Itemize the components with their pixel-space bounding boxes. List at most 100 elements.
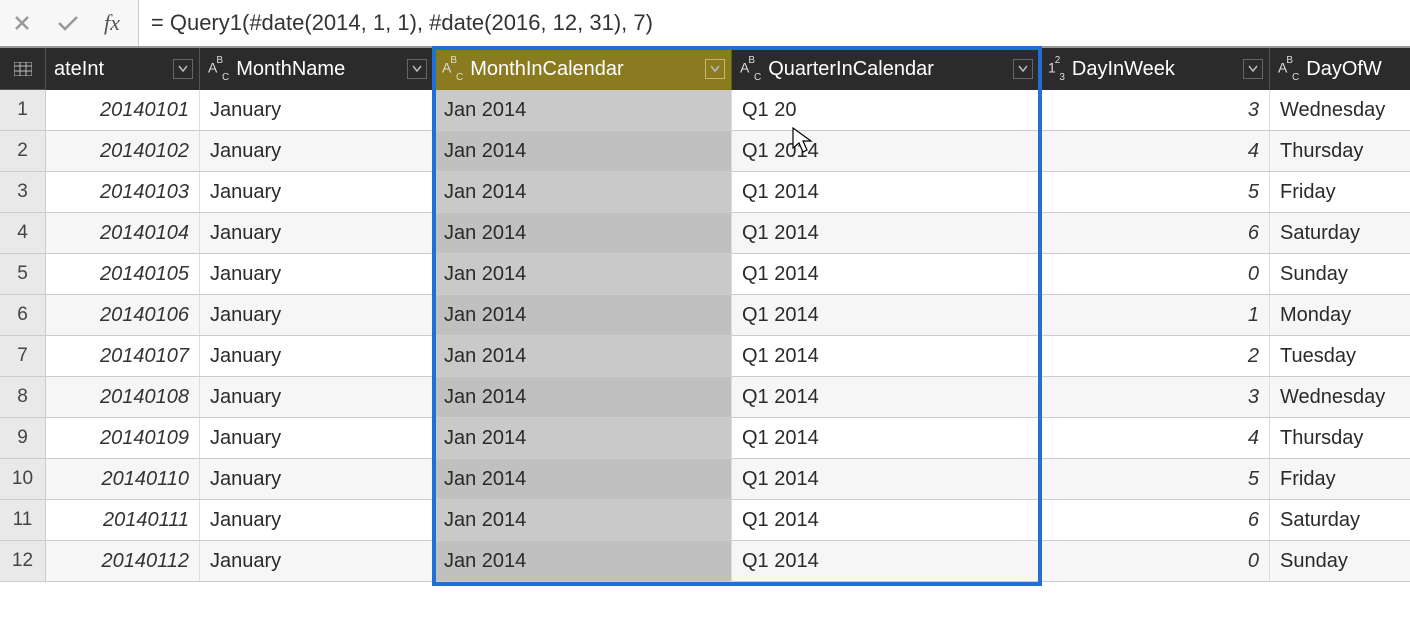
row-number[interactable]: 11 [0,500,46,541]
cell-quarterincalendar[interactable]: Q1 2014 [732,336,1040,376]
cell-dayinweek[interactable]: 3 [1040,377,1270,417]
cell-monthincalendar[interactable]: Jan 2014 [434,131,732,171]
cell-dayofweek[interactable]: Sunday [1270,541,1410,581]
cell-dayinweek[interactable]: 0 [1040,541,1270,581]
cell-monthname[interactable]: January [200,295,434,335]
cell-quarterincalendar[interactable]: Q1 2014 [732,254,1040,294]
cell-dateint[interactable]: 20140112 [46,541,200,581]
column-header-monthincalendar[interactable]: ABC MonthInCalendar [434,48,732,90]
row-number[interactable]: 2 [0,131,46,172]
cell-monthname[interactable]: January [200,500,434,540]
row-number[interactable]: 6 [0,295,46,336]
cell-quarterincalendar[interactable]: Q1 2014 [732,459,1040,499]
cell-dateint[interactable]: 20140106 [46,295,200,335]
table-row[interactable]: 20140108 January Jan 2014 Q1 2014 3 Wedn… [46,377,1410,418]
cell-monthincalendar[interactable]: Jan 2014 [434,418,732,458]
row-number[interactable]: 3 [0,172,46,213]
cell-dayofweek[interactable]: Wednesday [1270,377,1410,417]
column-header-quarterincalendar[interactable]: ABC QuarterInCalendar [732,48,1040,90]
column-header-monthname[interactable]: ABC MonthName [200,48,434,90]
table-row[interactable]: 20140109 January Jan 2014 Q1 2014 4 Thur… [46,418,1410,459]
cell-monthincalendar[interactable]: Jan 2014 [434,500,732,540]
row-number[interactable]: 4 [0,213,46,254]
cell-monthincalendar[interactable]: Jan 2014 [434,254,732,294]
row-number[interactable]: 9 [0,418,46,459]
table-row[interactable]: 20140103 January Jan 2014 Q1 2014 5 Frid… [46,172,1410,213]
cell-monthname[interactable]: January [200,172,434,212]
cell-monthincalendar[interactable]: Jan 2014 [434,459,732,499]
cell-dayinweek[interactable]: 3 [1040,90,1270,130]
cell-dateint[interactable]: 20140108 [46,377,200,417]
cell-quarterincalendar[interactable]: Q1 2014 [732,418,1040,458]
cell-dateint[interactable]: 20140107 [46,336,200,376]
table-row[interactable]: 20140106 January Jan 2014 Q1 2014 1 Mond… [46,295,1410,336]
cell-quarterincalendar[interactable]: Q1 2014 [732,541,1040,581]
cell-dayinweek[interactable]: 6 [1040,213,1270,253]
cell-monthincalendar[interactable]: Jan 2014 [434,172,732,212]
cell-quarterincalendar[interactable]: Q1 2014 [732,295,1040,335]
cell-dayinweek[interactable]: 1 [1040,295,1270,335]
column-header-dayofweek[interactable]: ABC DayOfW [1270,48,1410,90]
row-number[interactable]: 5 [0,254,46,295]
cell-dateint[interactable]: 20140102 [46,131,200,171]
cell-dayofweek[interactable]: Saturday [1270,500,1410,540]
cell-monthincalendar[interactable]: Jan 2014 [434,336,732,376]
cell-monthincalendar[interactable]: Jan 2014 [434,377,732,417]
filter-dropdown-icon[interactable] [705,59,725,79]
cell-dayinweek[interactable]: 5 [1040,459,1270,499]
cell-dayinweek[interactable]: 4 [1040,418,1270,458]
cell-monthname[interactable]: January [200,459,434,499]
cell-dayofweek[interactable]: Wednesday [1270,90,1410,130]
cell-dayofweek[interactable]: Saturday [1270,213,1410,253]
cell-quarterincalendar[interactable]: Q1 2014 [732,172,1040,212]
cell-monthname[interactable]: January [200,418,434,458]
cell-dayofweek[interactable]: Monday [1270,295,1410,335]
row-number[interactable]: 1 [0,90,46,131]
cell-monthname[interactable]: January [200,336,434,376]
cell-monthincalendar[interactable]: Jan 2014 [434,295,732,335]
table-row[interactable]: 20140110 January Jan 2014 Q1 2014 5 Frid… [46,459,1410,500]
formula-input[interactable] [139,0,1410,46]
row-number[interactable]: 10 [0,459,46,500]
table-row[interactable]: 20140105 January Jan 2014 Q1 2014 0 Sund… [46,254,1410,295]
cell-dayinweek[interactable]: 0 [1040,254,1270,294]
column-header-dayinweek[interactable]: 123 DayInWeek [1040,48,1270,90]
filter-dropdown-icon[interactable] [1243,59,1263,79]
cell-monthname[interactable]: January [200,90,434,130]
row-number[interactable]: 7 [0,336,46,377]
table-row[interactable]: 20140112 January Jan 2014 Q1 2014 0 Sund… [46,541,1410,582]
grid-corner-icon[interactable] [0,48,46,90]
row-number[interactable]: 8 [0,377,46,418]
cell-dateint[interactable]: 20140104 [46,213,200,253]
cell-dateint[interactable]: 20140103 [46,172,200,212]
cell-dateint[interactable]: 20140109 [46,418,200,458]
table-row[interactable]: 20140107 January Jan 2014 Q1 2014 2 Tues… [46,336,1410,377]
cell-dayofweek[interactable]: Thursday [1270,418,1410,458]
cell-monthname[interactable]: January [200,377,434,417]
table-row[interactable]: 20140111 January Jan 2014 Q1 2014 6 Satu… [46,500,1410,541]
cell-dateint[interactable]: 20140111 [46,500,200,540]
cell-monthincalendar[interactable]: Jan 2014 [434,213,732,253]
cell-quarterincalendar[interactable]: Q1 2014 [732,500,1040,540]
cell-dateint[interactable]: 20140110 [46,459,200,499]
table-row[interactable]: 20140104 January Jan 2014 Q1 2014 6 Satu… [46,213,1410,254]
cell-dayofweek[interactable]: Sunday [1270,254,1410,294]
cell-dayofweek[interactable]: Friday [1270,459,1410,499]
cell-quarterincalendar[interactable]: Q1 2014 [732,213,1040,253]
cell-dayinweek[interactable]: 4 [1040,131,1270,171]
cell-monthincalendar[interactable]: Jan 2014 [434,90,732,130]
cell-dayofweek[interactable]: Thursday [1270,131,1410,171]
filter-dropdown-icon[interactable] [1013,59,1033,79]
cell-quarterincalendar[interactable]: Q1 2014 [732,377,1040,417]
cell-monthincalendar[interactable]: Jan 2014 [434,541,732,581]
cancel-formula-button[interactable] [8,9,36,37]
cell-monthname[interactable]: January [200,254,434,294]
row-number[interactable]: 12 [0,541,46,582]
confirm-formula-button[interactable] [54,9,82,37]
cell-dayinweek[interactable]: 2 [1040,336,1270,376]
cell-dayofweek[interactable]: Tuesday [1270,336,1410,376]
cell-quarterincalendar[interactable]: Q1 2014 [732,131,1040,171]
table-row[interactable]: 20140101 January Jan 2014 Q1 20 3 Wednes… [46,90,1410,131]
filter-dropdown-icon[interactable] [173,59,193,79]
cell-dayofweek[interactable]: Friday [1270,172,1410,212]
